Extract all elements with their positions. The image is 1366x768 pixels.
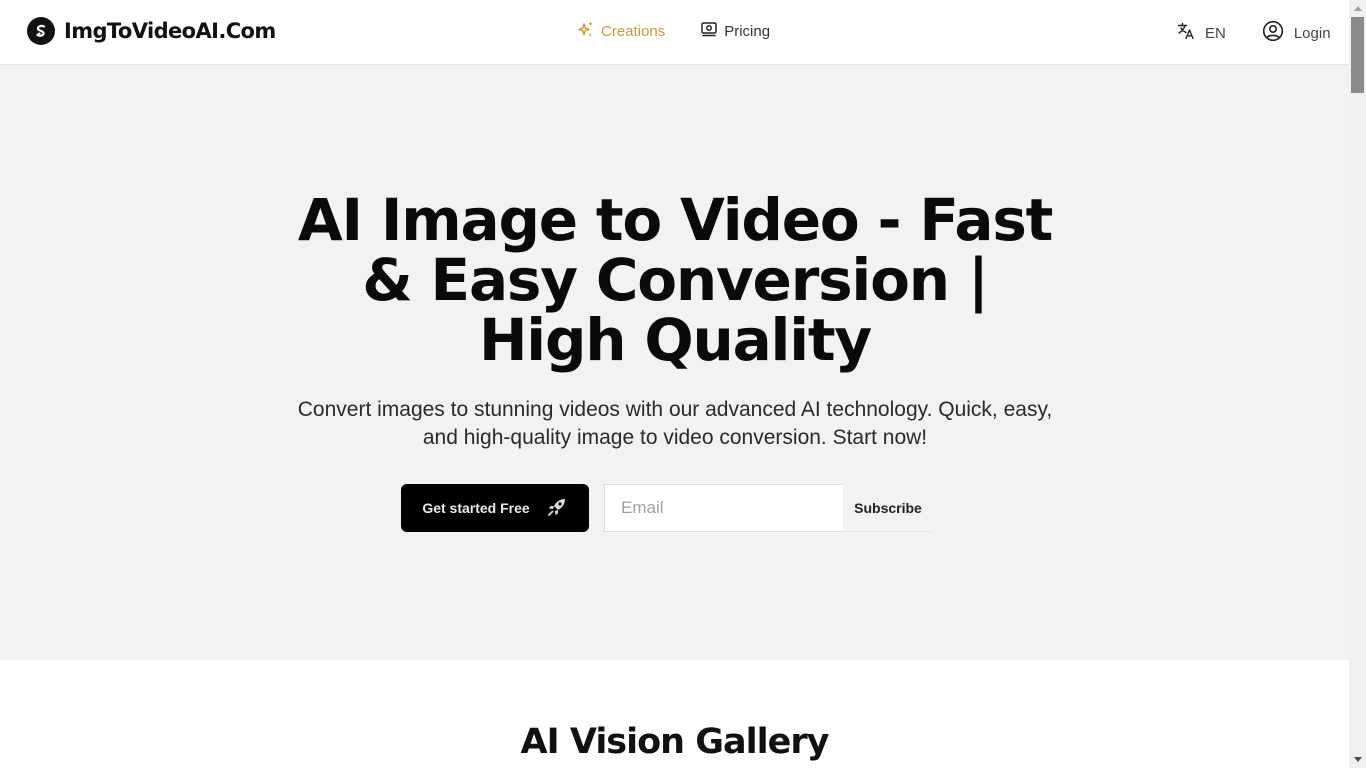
user-circle-icon [1262,20,1284,46]
language-selector[interactable]: EN [1177,22,1226,44]
hero-subtitle: Convert images to stunning videos with o… [297,398,1053,449]
page: ImgToVideoAI.Com Creations Pricing EN Lo… [0,0,1349,768]
logo-link[interactable]: ImgToVideoAI.Com [27,17,276,45]
get-started-button[interactable]: Get started Free [401,484,589,532]
logo-text: ImgToVideoAI.Com [64,19,276,43]
translate-icon [1177,22,1195,44]
main-nav: Creations Pricing [577,20,770,42]
email-input[interactable] [604,484,843,532]
scroll-up-arrow-icon[interactable] [1349,0,1366,17]
get-started-label: Get started Free [422,500,530,516]
nav-pricing[interactable]: Pricing [700,20,770,42]
hero-section: AI Image to Video - Fast & Easy Conversi… [0,65,1349,660]
scroll-down-arrow-icon[interactable] [1349,751,1366,768]
language-label: EN [1205,24,1226,42]
gallery-title: AI Vision Gallery [520,722,830,762]
header-actions: EN Login [1177,20,1331,46]
page-scrollbar[interactable] [1349,0,1366,768]
money-icon [700,20,718,42]
sparkles-icon [577,20,595,42]
subscribe-button[interactable]: Subscribe [843,484,933,532]
rocket-icon [546,496,568,521]
logo-icon [27,17,55,45]
cta-row: Get started Free Subscribe [401,484,933,532]
login-label: Login [1293,24,1331,42]
nav-creations-label: Creations [601,22,666,40]
scrollbar-thumb[interactable] [1351,17,1364,93]
nav-creations[interactable]: Creations [577,20,665,42]
site-header: ImgToVideoAI.Com Creations Pricing EN Lo… [0,0,1349,65]
login-button[interactable]: Login [1262,20,1331,46]
hero-title: AI Image to Video - Fast & Easy Conversi… [297,186,1054,374]
nav-pricing-label: Pricing [724,22,771,40]
